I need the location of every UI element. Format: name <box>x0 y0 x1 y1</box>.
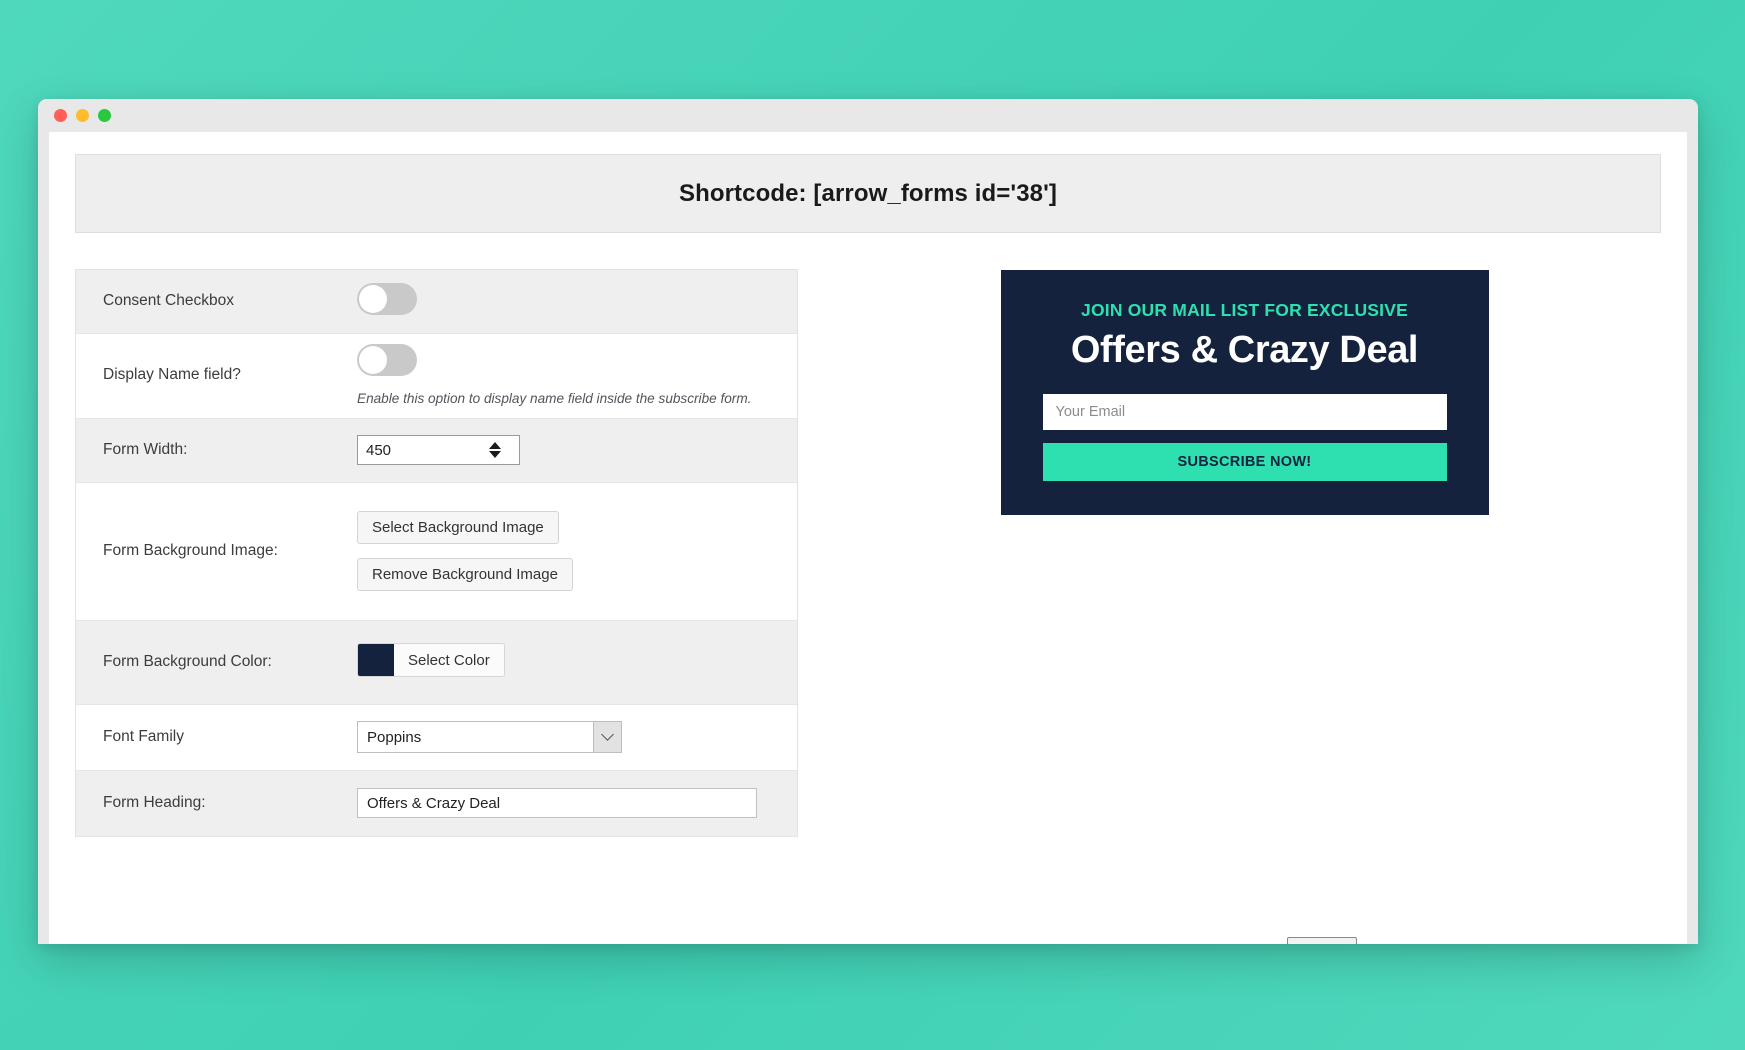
shortcode-text: Shortcode: [arrow_forms id='38'] <box>678 179 1058 207</box>
setting-row-form-heading: Form Heading: <box>76 770 797 837</box>
form-width-number-wrapper <box>357 435 520 466</box>
setting-row-form-background-color: Form Background Color: Select Color <box>76 620 797 705</box>
stepper-down-icon[interactable] <box>489 451 501 459</box>
toggle-knob <box>359 346 387 374</box>
setting-label: Form Background Color: <box>103 652 272 670</box>
consent-checkbox-toggle[interactable] <box>357 283 417 315</box>
close-window-button[interactable] <box>54 109 67 122</box>
setting-field: Select Color <box>357 643 797 681</box>
color-swatch[interactable] <box>358 644 394 677</box>
setting-field <box>357 435 797 466</box>
setting-label: Font Family <box>103 727 184 745</box>
partially-visible-button[interactable] <box>1287 937 1357 944</box>
settings-page: Shortcode: [arrow_forms id='38'] Consent… <box>49 132 1687 837</box>
browser-window: Shortcode: [arrow_forms id='38'] Consent… <box>38 99 1698 944</box>
preview-email-input[interactable] <box>1042 394 1447 430</box>
preview-heading-text: Offers & Crazy Deal <box>1070 329 1419 371</box>
browser-viewport: Shortcode: [arrow_forms id='38'] Consent… <box>49 132 1687 944</box>
select-color-label: Select Color <box>408 651 490 669</box>
font-family-select[interactable]: Poppins <box>357 721 622 754</box>
setting-field <box>357 788 797 819</box>
setting-label: Consent Checkbox <box>103 292 234 310</box>
setting-field <box>357 283 797 320</box>
setting-row-font-family: Font Family Poppins <box>76 704 797 771</box>
subscribe-form-preview: JOIN OUR MAIL LIST FOR EXCLUSIVE Offers … <box>1000 270 1489 515</box>
preview-kicker-text: JOIN OUR MAIL LIST FOR EXCLUSIVE <box>1081 300 1408 320</box>
setting-field: Poppins <box>357 721 797 754</box>
form-background-color-picker[interactable]: Select Color <box>357 643 505 678</box>
setting-label: Form Background Image: <box>103 541 278 559</box>
setting-label: Form Width: <box>103 440 188 458</box>
display-name-field-toggle[interactable] <box>357 344 417 376</box>
minimize-window-button[interactable] <box>76 109 89 122</box>
toggle-knob <box>359 285 387 313</box>
settings-table: Consent Checkbox Display Name field? Ena… <box>75 269 798 837</box>
preview-column: JOIN OUR MAIL LIST FOR EXCLUSIVE Offers … <box>798 269 1661 515</box>
preview-subscribe-button[interactable]: SUBSCRIBE NOW! <box>1042 443 1447 481</box>
content-columns: Consent Checkbox Display Name field? Ena… <box>75 269 1661 837</box>
select-background-image-button[interactable]: Select Background Image <box>357 511 559 545</box>
setting-row-form-background-image: Form Background Image: Select Background… <box>76 482 797 621</box>
setting-label: Form Heading: <box>103 793 206 811</box>
font-family-selected-value: Poppins <box>367 728 422 746</box>
setting-field: Enable this option to display name field… <box>357 344 797 408</box>
stepper-up-icon[interactable] <box>489 442 501 450</box>
form-width-input[interactable] <box>358 436 486 465</box>
form-width-stepper[interactable] <box>486 437 504 464</box>
window-titlebar <box>38 99 1698 132</box>
maximize-window-button[interactable] <box>98 109 111 122</box>
setting-row-form-width: Form Width: <box>76 418 797 483</box>
setting-field: Select Background Image Remove Backgroun… <box>357 511 797 592</box>
chevron-down-icon[interactable] <box>593 722 621 753</box>
setting-row-display-name-field: Display Name field? Enable this option t… <box>76 334 797 419</box>
setting-row-consent-checkbox: Consent Checkbox <box>76 270 797 334</box>
form-heading-input[interactable] <box>357 788 757 819</box>
setting-label: Display Name field? <box>103 366 241 384</box>
shortcode-banner: Shortcode: [arrow_forms id='38'] <box>75 154 1661 233</box>
remove-background-image-button[interactable]: Remove Background Image <box>357 558 573 592</box>
display-name-field-help-text: Enable this option to display name field… <box>357 391 752 406</box>
